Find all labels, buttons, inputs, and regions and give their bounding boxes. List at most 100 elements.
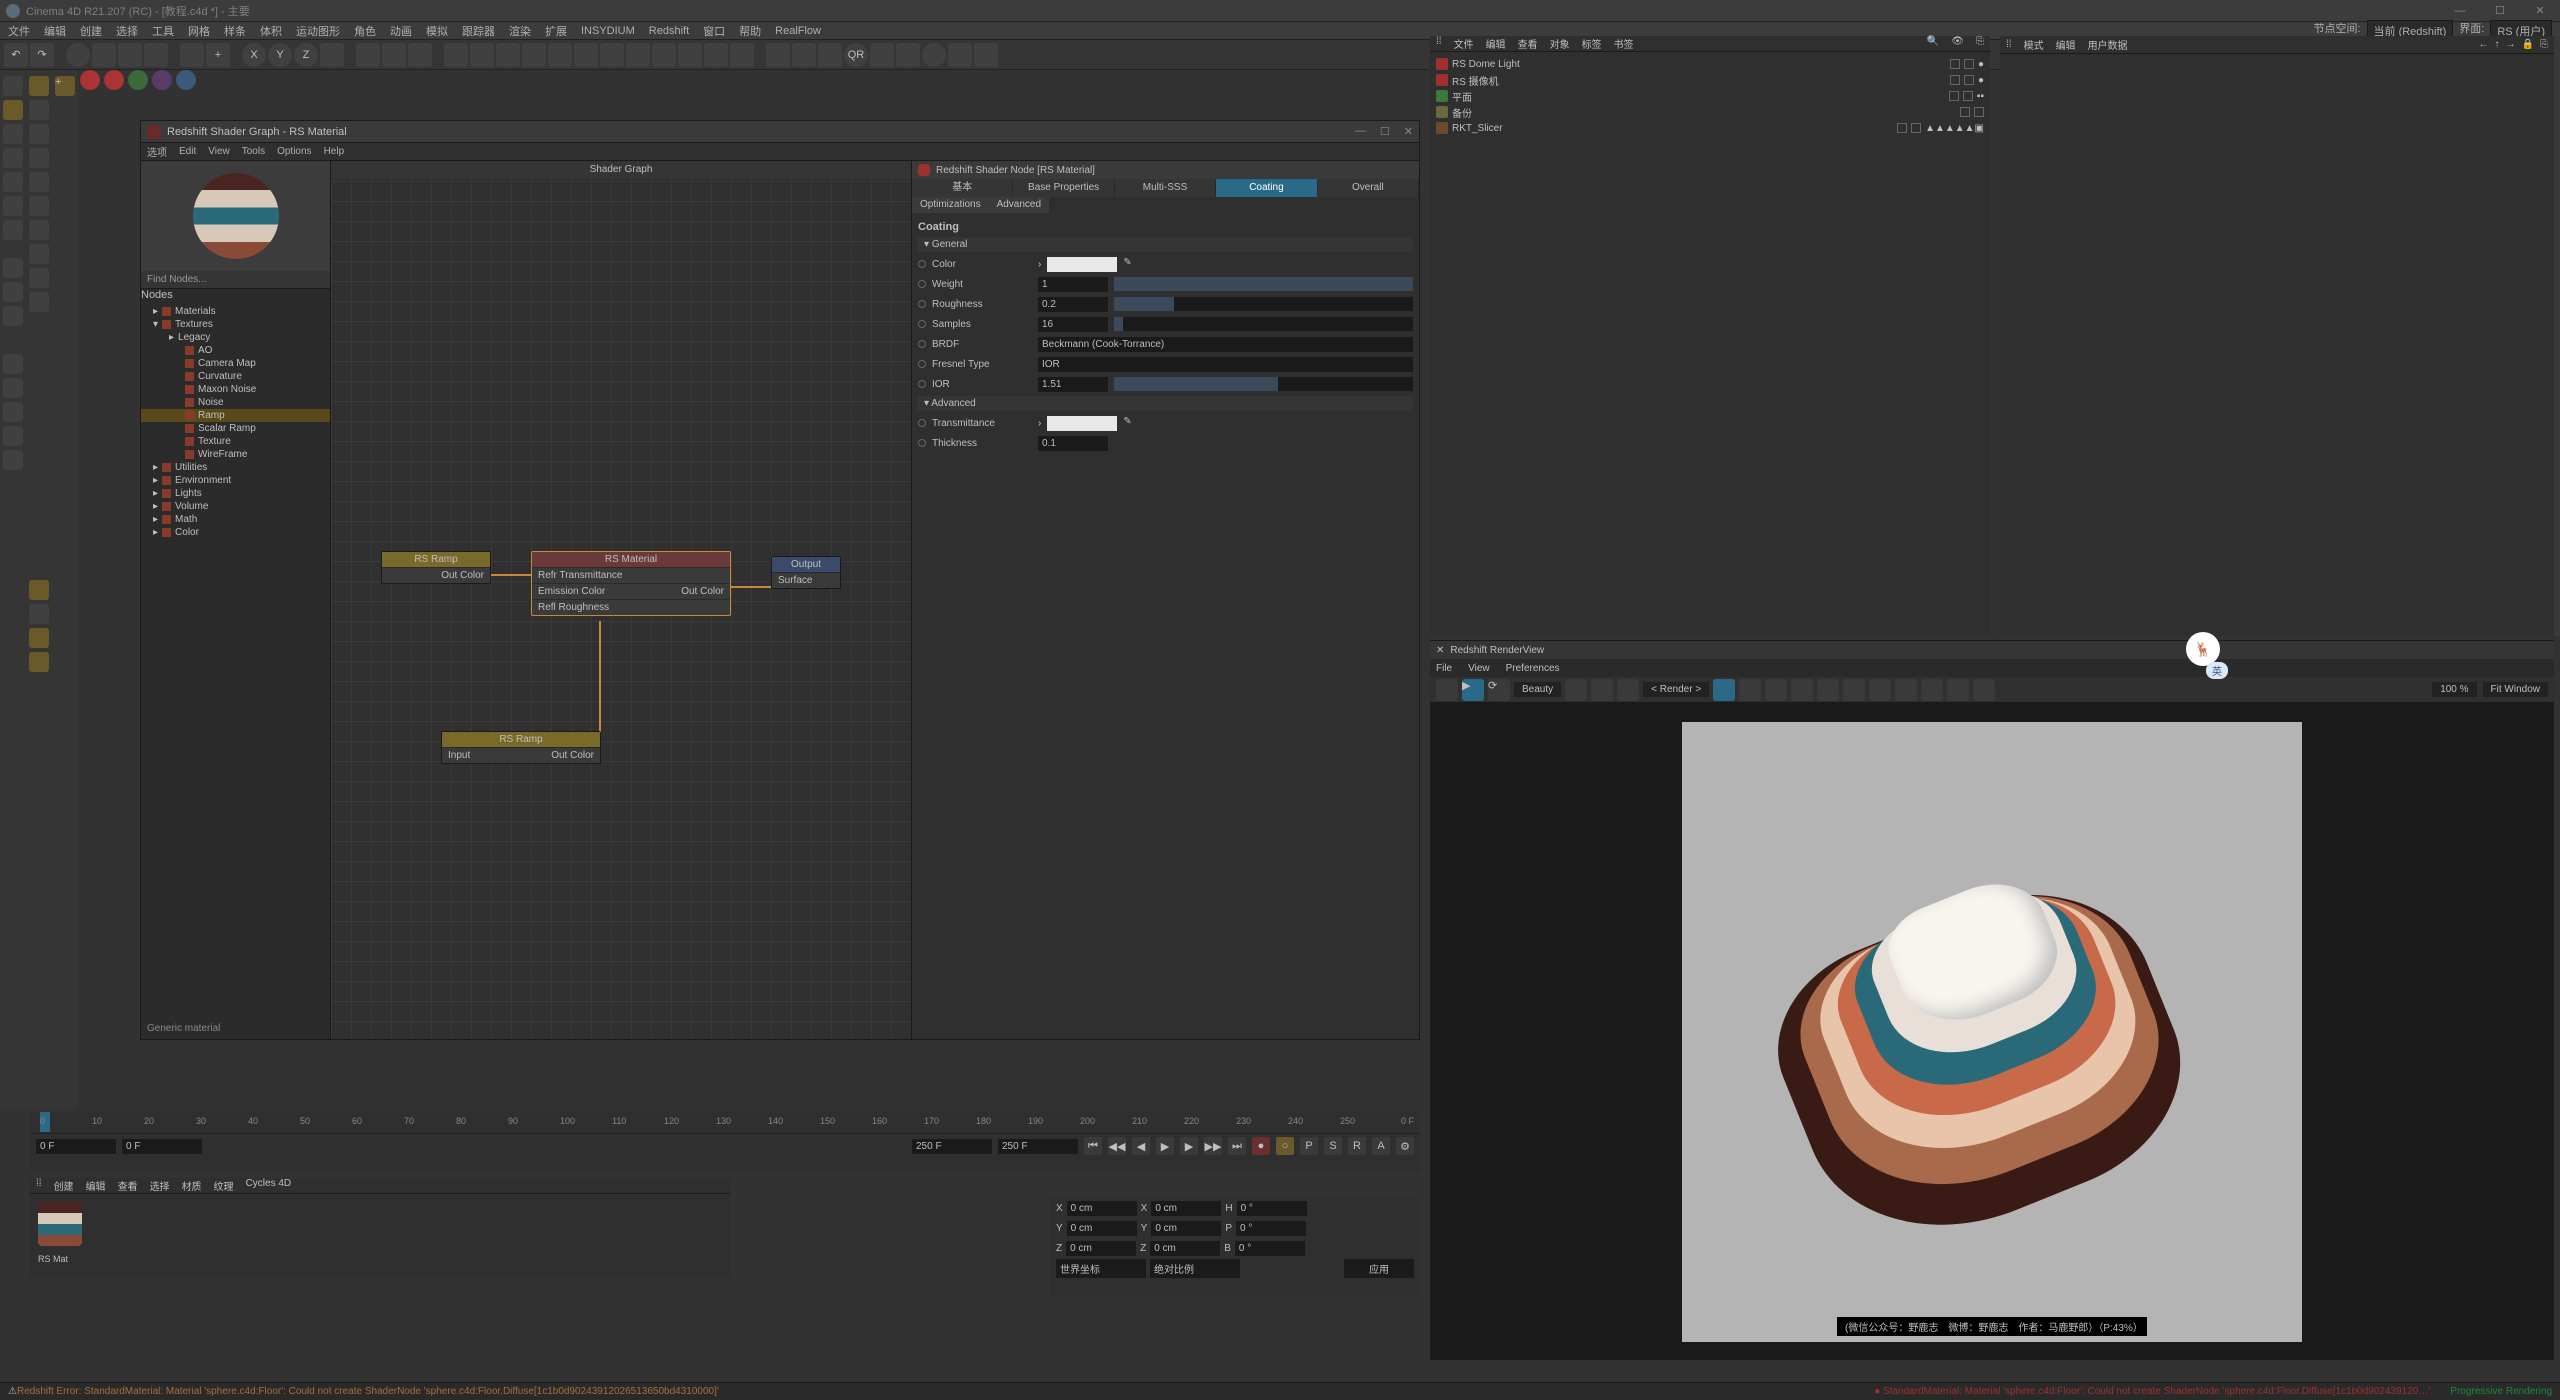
refresh-icon[interactable]: ⟳ bbox=[1488, 679, 1510, 701]
snap-icon[interactable] bbox=[792, 43, 816, 67]
frame-end-field[interactable]: 250 F bbox=[912, 1139, 992, 1154]
t4-icon[interactable] bbox=[29, 172, 49, 192]
redo-button[interactable]: ↷ bbox=[30, 43, 54, 67]
vis-toggle[interactable] bbox=[1897, 123, 1907, 133]
bucket-icon[interactable] bbox=[1436, 679, 1458, 701]
find-nodes-field[interactable]: Find Nodes... bbox=[141, 271, 330, 289]
tag-icon[interactable]: ● bbox=[1978, 59, 1984, 70]
tag-icon[interactable]: ▲▲▲▲▲▣ bbox=[1925, 123, 1984, 134]
t9-icon[interactable] bbox=[29, 292, 49, 312]
texture-mode-icon[interactable] bbox=[3, 196, 23, 216]
rotate-icon[interactable] bbox=[29, 652, 49, 672]
vis-toggle[interactable] bbox=[1949, 91, 1959, 101]
cat-lights[interactable]: ▸Lights bbox=[141, 487, 330, 500]
pen-icon[interactable] bbox=[470, 43, 494, 67]
mm-texture[interactable]: 纹理 bbox=[214, 1178, 234, 1193]
nav-up-icon[interactable]: ↑ bbox=[2495, 39, 2500, 50]
cat-materials[interactable]: ▸Materials bbox=[141, 305, 330, 318]
size-z[interactable]: 0 cm bbox=[1150, 1241, 1220, 1256]
color-swatch[interactable] bbox=[1047, 257, 1117, 272]
grid-icon[interactable] bbox=[818, 43, 842, 67]
omtab-file[interactable]: 文件 bbox=[1454, 36, 1474, 51]
ior-slider[interactable] bbox=[1114, 377, 1413, 391]
t7-icon[interactable] bbox=[29, 244, 49, 264]
omtab-bookmarks[interactable]: 书签 bbox=[1614, 36, 1634, 51]
t3-icon[interactable] bbox=[29, 148, 49, 168]
menu-realflow[interactable]: RealFlow bbox=[775, 25, 821, 37]
s2-tool-icon[interactable] bbox=[3, 282, 23, 302]
object-mode-icon[interactable] bbox=[3, 100, 23, 120]
port-input[interactable]: Input bbox=[448, 750, 470, 761]
move-tool-icon[interactable] bbox=[92, 43, 116, 67]
camera-select[interactable]: < Render > bbox=[1643, 682, 1709, 697]
blu-icon[interactable] bbox=[176, 70, 196, 90]
t8-icon[interactable] bbox=[29, 268, 49, 288]
cat-utilities[interactable]: ▸Utilities bbox=[141, 461, 330, 474]
menu-insydium[interactable]: INSYDIUM bbox=[581, 25, 635, 37]
axis-z-icon[interactable]: Z bbox=[294, 43, 318, 67]
fit-select[interactable]: Fit Window bbox=[2483, 682, 2548, 697]
rv-c-icon[interactable] bbox=[1617, 679, 1639, 701]
obj-backup[interactable]: 备份 bbox=[1430, 104, 1990, 120]
t5-icon[interactable] bbox=[29, 196, 49, 216]
ior-field[interactable]: 1.51 bbox=[1038, 377, 1108, 392]
bend-icon[interactable] bbox=[626, 43, 650, 67]
menu-spline[interactable]: 样条 bbox=[224, 23, 246, 39]
rs-icon[interactable] bbox=[80, 70, 100, 90]
material-name[interactable]: RS Mat bbox=[30, 1254, 730, 1264]
menu-sim[interactable]: 模拟 bbox=[426, 23, 448, 39]
play-icon[interactable]: ▶ bbox=[1156, 1137, 1174, 1155]
tab-multisss[interactable]: Multi-SSS bbox=[1115, 179, 1216, 197]
rs-target-icon[interactable] bbox=[922, 43, 946, 67]
shader-close-button[interactable]: ✕ bbox=[1404, 125, 1413, 138]
render-toggle[interactable] bbox=[1911, 123, 1921, 133]
render-view-icon[interactable] bbox=[382, 43, 406, 67]
extrude-icon[interactable] bbox=[522, 43, 546, 67]
maximize-button[interactable]: ☐ bbox=[2480, 0, 2520, 22]
port-outcolor[interactable]: Out Color bbox=[681, 586, 724, 597]
cat-textures[interactable]: ▾Textures bbox=[141, 318, 330, 331]
rotate-tool-icon[interactable] bbox=[144, 43, 168, 67]
cat-environment[interactable]: ▸Environment bbox=[141, 474, 330, 487]
rs-proxy-icon[interactable] bbox=[948, 43, 972, 67]
tex-maxonnoise[interactable]: Maxon Noise bbox=[141, 383, 330, 396]
fresnel-combo[interactable]: IOR bbox=[1038, 357, 1413, 372]
camera-icon[interactable] bbox=[652, 43, 676, 67]
rv-b-icon[interactable] bbox=[1591, 679, 1613, 701]
rs-sun-icon[interactable] bbox=[896, 43, 920, 67]
cube-primitive-icon[interactable] bbox=[444, 43, 468, 67]
eyedropper-icon[interactable]: ✎ bbox=[1123, 257, 1137, 271]
vis-toggle[interactable] bbox=[1960, 107, 1970, 117]
obj-rktslicer[interactable]: RKT_Slicer▲▲▲▲▲▣ bbox=[1430, 120, 1990, 136]
record-icon[interactable]: ● bbox=[1252, 1137, 1270, 1155]
tex-ramp[interactable]: Ramp bbox=[141, 409, 330, 422]
model-mode-icon[interactable] bbox=[3, 76, 23, 96]
menu-mograph[interactable]: 运动图形 bbox=[296, 23, 340, 39]
roughness-slider[interactable] bbox=[1114, 297, 1413, 311]
tex-ao[interactable]: AO bbox=[141, 344, 330, 357]
material-swatch[interactable] bbox=[38, 1202, 82, 1246]
tab-basic[interactable]: 基本 bbox=[912, 179, 1013, 197]
render-toggle[interactable] bbox=[1974, 107, 1984, 117]
render-toggle[interactable] bbox=[1963, 91, 1973, 101]
misc5-icon[interactable] bbox=[3, 450, 23, 470]
t2-icon[interactable] bbox=[29, 124, 49, 144]
axis-mode-icon[interactable] bbox=[3, 220, 23, 240]
frame-current-field[interactable]: 0 F bbox=[122, 1139, 202, 1154]
new-icon[interactable]: ⎘ bbox=[2540, 39, 2548, 50]
rv-menu-prefs[interactable]: Preferences bbox=[1506, 663, 1560, 674]
cat-math[interactable]: ▸Math bbox=[141, 513, 330, 526]
ipr-start-icon[interactable]: ▶ bbox=[1462, 679, 1484, 701]
port-emission-color[interactable]: Emission Color bbox=[538, 586, 605, 597]
tag-icon[interactable]: ▪▪ bbox=[1977, 91, 1984, 102]
roughness-field[interactable]: 0.2 bbox=[1038, 297, 1108, 312]
dot-tool-icon[interactable] bbox=[3, 306, 23, 326]
t1-icon[interactable] bbox=[29, 100, 49, 120]
mm-select[interactable]: 选择 bbox=[150, 1178, 170, 1193]
plus-icon[interactable]: + bbox=[55, 76, 75, 96]
field-icon[interactable] bbox=[600, 43, 624, 67]
menu-volume[interactable]: 体积 bbox=[260, 23, 282, 39]
eyedropper-icon[interactable]: ✎ bbox=[1123, 416, 1137, 430]
frame-start-field[interactable]: 0 F bbox=[36, 1139, 116, 1154]
snap1-icon[interactable] bbox=[1895, 679, 1917, 701]
